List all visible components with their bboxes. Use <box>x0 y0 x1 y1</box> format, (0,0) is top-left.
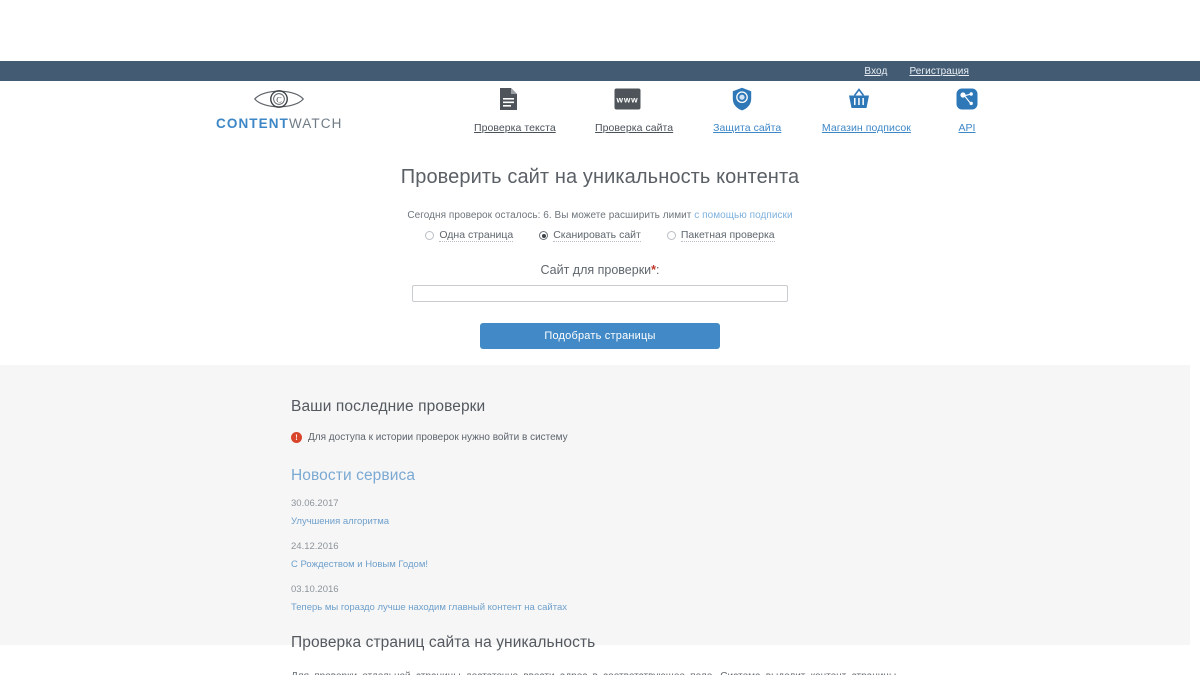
main-nav: Проверка текста www Проверка сайта Защит… <box>470 85 990 134</box>
radio-label: Одна страница <box>439 229 514 242</box>
radio-dot <box>666 231 676 240</box>
radio-label: Сканировать сайт <box>553 229 641 242</box>
login-required-note: ! Для доступа к истории проверок нужно в… <box>291 432 905 443</box>
shield-copyright-icon <box>713 85 770 113</box>
eye-copyright-icon: C <box>253 90 305 108</box>
limit-text: Сегодня проверок осталось: 6. Вы можете … <box>407 210 695 221</box>
nav-item-subscription-store[interactable]: Магазин подписок <box>818 85 911 134</box>
svg-text:C: C <box>276 96 282 105</box>
page-title: Проверить сайт на уникальность контента <box>400 166 800 188</box>
shopping-basket-icon <box>822 85 896 113</box>
right-edge-strip <box>1190 365 1200 645</box>
nav-item-site-check[interactable]: www Проверка сайта <box>591 85 674 134</box>
hero-section: Проверить сайт на уникальность контента … <box>0 153 1200 365</box>
radio-option-batch-check[interactable]: Пакетная проверка <box>666 229 775 242</box>
login-link[interactable]: Вход <box>864 66 887 77</box>
news-item: 24.12.2016 С Рождеством и Новым Годом! <box>291 541 905 572</box>
news-date: 24.12.2016 <box>291 541 339 552</box>
logo[interactable]: C CONTENTWATCH <box>216 86 342 131</box>
lower-content-section: Ваши последние проверки ! Для доступа к … <box>0 365 1190 675</box>
recent-checks-heading: Ваши последние проверки <box>291 398 486 415</box>
document-lines-icon <box>474 85 542 113</box>
radio-dot <box>539 231 549 240</box>
page-root: Вход Регистрация C CONTENTWATCH Проверка… <box>0 0 1200 675</box>
nav-item-text-check[interactable]: Проверка текста <box>470 85 556 134</box>
nav-label: Проверка текста <box>474 122 556 134</box>
site-url-input[interactable] <box>412 285 788 302</box>
news-section: Новости сервиса 30.06.2017 Улучшения алг… <box>291 467 905 615</box>
news-title-link[interactable]: Улучшения алгоритма <box>291 516 389 527</box>
about-heading: Проверка страниц сайта на уникальность <box>291 634 596 651</box>
site-field-label: Сайт для проверки*: <box>0 263 1200 277</box>
site-field-label-text: Сайт для проверки <box>540 263 652 277</box>
nav-label: Проверка сайта <box>595 122 674 134</box>
news-heading: Новости сервиса <box>291 467 416 484</box>
nav-item-api[interactable]: API <box>944 85 990 134</box>
radio-label: Пакетная проверка <box>680 229 775 242</box>
news-title-link[interactable]: Теперь мы гораздо лучше находим главный … <box>291 602 567 613</box>
register-link[interactable]: Регистрация <box>909 66 969 77</box>
pick-pages-button[interactable]: Подобрать страницы <box>480 323 720 349</box>
logo-word-watch: WATCH <box>288 116 343 131</box>
nav-label: Магазин подписок <box>821 122 911 134</box>
news-item: 30.06.2017 Улучшения алгоритма <box>291 498 905 529</box>
www-box-icon: www <box>595 85 660 113</box>
radio-option-single-page[interactable]: Одна страница <box>425 229 514 242</box>
daily-limit-notice: Сегодня проверок осталось: 6. Вы можете … <box>0 210 1200 221</box>
news-date: 03.10.2016 <box>291 584 339 595</box>
nav-item-site-protection[interactable]: Защита сайта <box>709 85 782 134</box>
warning-exclamation-icon: ! <box>291 432 302 443</box>
login-required-text: Для доступа к истории проверок нужно вой… <box>308 432 568 443</box>
about-paragraph: Для проверки отдельной страницы достаточ… <box>291 669 899 675</box>
radio-option-scan-site[interactable]: Сканировать сайт <box>539 229 641 242</box>
recent-checks-section: Ваши последние проверки ! Для доступа к … <box>291 365 905 443</box>
api-nodes-icon <box>948 85 986 113</box>
svg-text:www: www <box>616 95 639 105</box>
nav-label: Защита сайта <box>713 122 782 134</box>
content-column: Ваши последние проверки ! Для доступа к … <box>291 365 905 675</box>
site-field-label-colon: : <box>656 263 660 277</box>
nav-label: API <box>958 122 976 134</box>
news-list: 30.06.2017 Улучшения алгоритма 24.12.201… <box>291 498 905 615</box>
logo-word-content: CONTENT <box>216 116 289 131</box>
check-mode-radio-group: Одна страница Сканировать сайт Пакетная … <box>0 229 1200 242</box>
top-utility-bar: Вход Регистрация <box>0 61 1200 81</box>
site-header: C CONTENTWATCH Проверка текста www Прове… <box>0 81 1200 153</box>
radio-dot <box>425 231 435 240</box>
logo-wordmark: CONTENTWATCH <box>216 116 342 131</box>
news-date: 30.06.2017 <box>291 498 339 509</box>
news-item: 03.10.2016 Теперь мы гораздо лучше наход… <box>291 584 905 615</box>
about-section: Проверка страниц сайта на уникальность Д… <box>291 634 905 675</box>
subscription-link[interactable]: с помощью подписки <box>694 210 792 221</box>
news-title-link[interactable]: С Рождеством и Новым Годом! <box>291 559 428 570</box>
